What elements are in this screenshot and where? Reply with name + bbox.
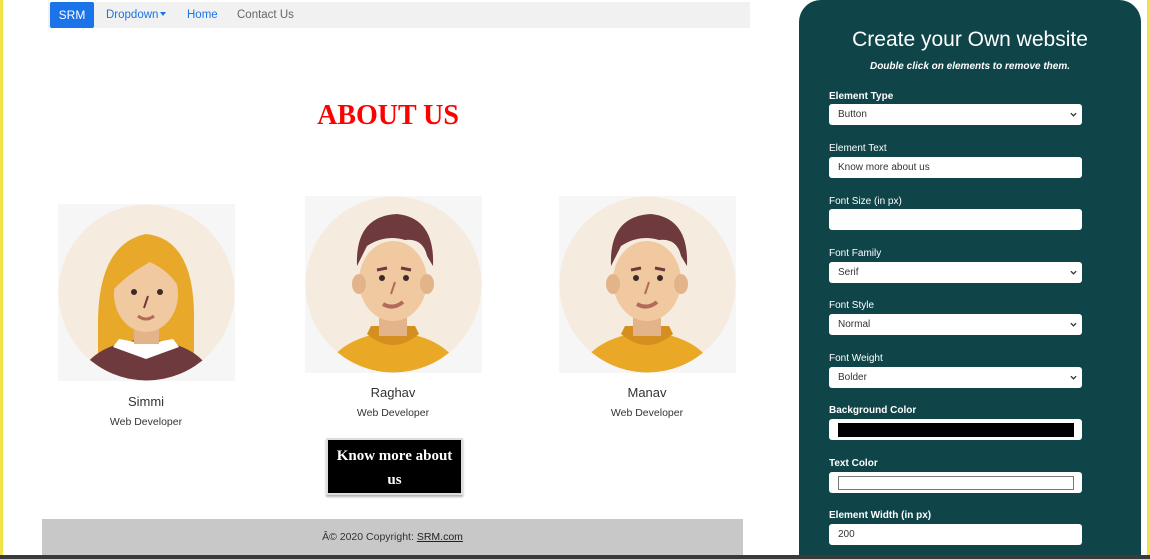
background-color-input[interactable] xyxy=(829,419,1082,440)
font-style-select[interactable]: Normal xyxy=(829,314,1082,335)
element-type-select[interactable]: Button xyxy=(829,104,1082,125)
nav-contact-link[interactable]: Contact Us xyxy=(237,2,294,28)
element-width-value: 200 xyxy=(838,529,855,540)
text-color-label: Text Color xyxy=(829,458,878,469)
font-family-label: Font Family xyxy=(829,248,882,259)
chevron-down-icon xyxy=(1070,322,1077,327)
nav-dropdown-label: Dropdown xyxy=(106,9,159,21)
chevron-down-icon xyxy=(1070,270,1077,275)
nav-dropdown[interactable]: Dropdown xyxy=(106,2,167,28)
element-type-label: Element Type xyxy=(829,91,894,102)
member-role-raghav: Web Developer xyxy=(356,407,430,419)
font-style-value: Normal xyxy=(838,319,871,330)
avatar-simmi xyxy=(58,204,235,381)
avatar-manav xyxy=(559,196,736,373)
element-width-label: Element Width (in px) xyxy=(829,510,932,521)
member-name-raghav: Raghav xyxy=(370,385,416,400)
font-weight-label: Font Weight xyxy=(829,353,883,364)
panel-title: Create your Own website xyxy=(852,28,1088,51)
chevron-down-icon xyxy=(1070,375,1077,380)
window-left-edge xyxy=(0,0,3,559)
font-family-select[interactable]: Serif xyxy=(829,262,1082,283)
panel-subtitle: Double click on elements to remove them. xyxy=(869,61,1071,72)
footer: Â© 2020 Copyright: SRM.com xyxy=(42,519,743,555)
text-color-input[interactable] xyxy=(829,472,1082,493)
member-name-manav: Manav xyxy=(627,385,667,400)
font-size-input[interactable] xyxy=(829,209,1082,230)
font-weight-value: Bolder xyxy=(838,372,867,383)
element-text-value: Know more about us xyxy=(838,162,930,173)
element-width-input[interactable]: 200 xyxy=(829,524,1082,545)
builder-panel: Create your Own website Double click on … xyxy=(799,0,1141,559)
member-role-simmi: Web Developer xyxy=(109,416,183,428)
chevron-down-icon xyxy=(1070,112,1077,117)
footer-link[interactable]: SRM.com xyxy=(417,531,463,543)
window-bottom-edge xyxy=(0,555,1150,559)
background-color-swatch xyxy=(838,423,1074,437)
member-name-simmi: Simmi xyxy=(127,394,165,409)
caret-down-icon xyxy=(160,11,167,16)
know-more-button[interactable]: Know more about us xyxy=(326,438,463,495)
nav-brand-button[interactable]: SRM xyxy=(50,2,94,28)
element-text-label: Element Text xyxy=(829,143,887,154)
member-role-manav: Web Developer xyxy=(610,407,684,419)
page-title: ABOUT US xyxy=(317,100,459,131)
font-style-label: Font Style xyxy=(829,300,875,311)
font-size-label: Font Size (in px) xyxy=(829,196,902,207)
text-color-swatch xyxy=(838,476,1074,490)
background-color-label: Background Color xyxy=(829,405,917,416)
footer-copyright: Â© 2020 Copyright: xyxy=(322,531,417,543)
font-weight-select[interactable]: Bolder xyxy=(829,367,1082,388)
font-family-value: Serif xyxy=(838,267,859,278)
navbar: SRM Dropdown Home Contact Us xyxy=(48,2,750,28)
nav-home-link[interactable]: Home xyxy=(187,2,218,28)
avatar-raghav xyxy=(305,196,482,373)
element-text-input[interactable]: Know more about us xyxy=(829,157,1082,178)
element-type-value: Button xyxy=(838,109,867,120)
